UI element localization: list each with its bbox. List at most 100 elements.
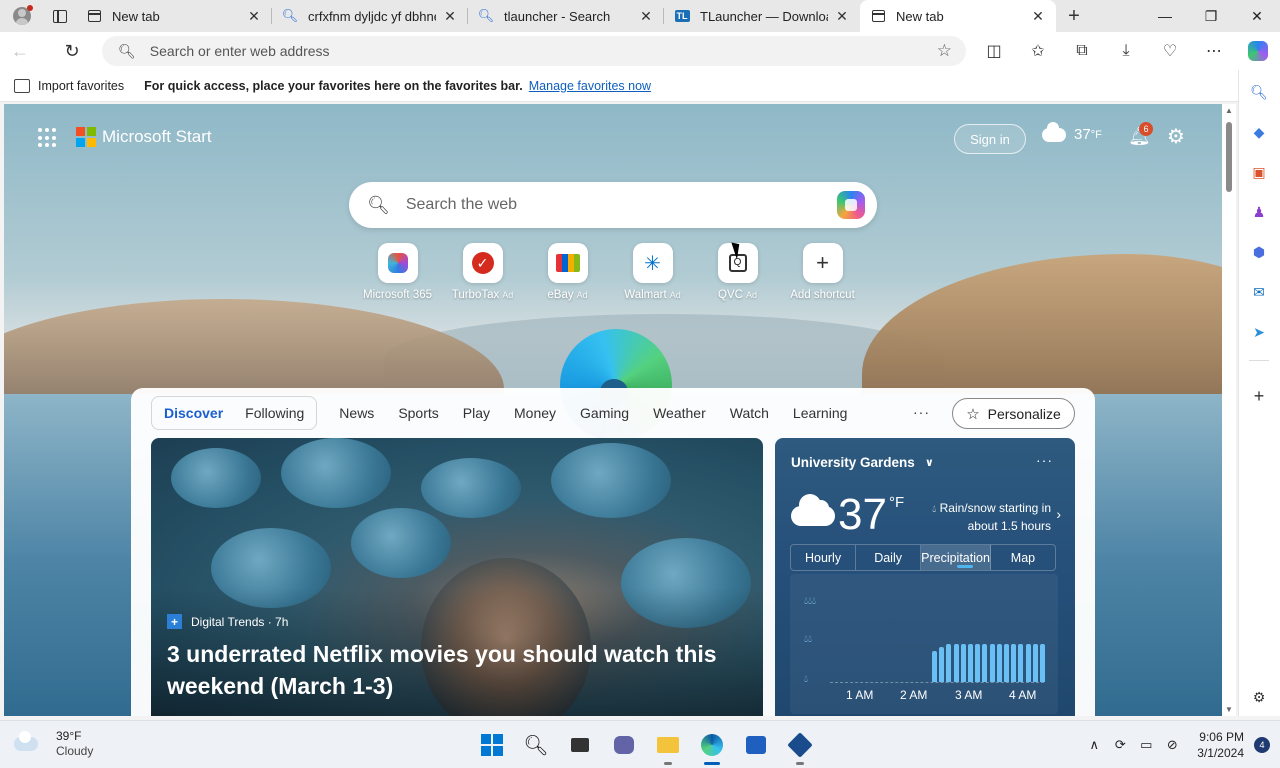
- start-button[interactable]: [470, 727, 514, 763]
- games-icon[interactable]: ♟: [1249, 202, 1269, 222]
- address-bar[interactable]: 🔍︎ Search or enter web address ☆: [102, 36, 966, 66]
- sign-in-button[interactable]: Sign in: [954, 124, 1026, 154]
- notification-center-badge[interactable]: 4: [1254, 737, 1270, 753]
- tab-sports[interactable]: Sports: [398, 405, 438, 421]
- notifications-bell-icon[interactable]: 🔔︎ 6: [1128, 122, 1153, 146]
- tab-discover[interactable]: Discover: [164, 405, 223, 421]
- new-tab-button[interactable]: +: [1056, 0, 1092, 32]
- tab-tlauncher[interactable]: TL TLauncher — Download ✕: [664, 0, 860, 32]
- hero-article-card[interactable]: + Digital Trends · 7h 3 underrated Netfl…: [151, 438, 763, 716]
- article-title[interactable]: 3 underrated Netflix movies you should w…: [167, 638, 747, 702]
- tab-following[interactable]: Following: [245, 405, 304, 421]
- search-icon[interactable]: 🔍︎: [1249, 82, 1269, 102]
- tab-gaming[interactable]: Gaming: [580, 405, 629, 421]
- scroll-down-arrow-icon[interactable]: ▼: [1225, 705, 1233, 714]
- close-tab-icon[interactable]: ✕: [1030, 8, 1046, 24]
- tab-learning[interactable]: Learning: [793, 405, 848, 421]
- minimize-button[interactable]: —: [1142, 0, 1188, 32]
- quick-links: Microsoft 365 ✓ TurboTax Ad eBay Ad ✳ Walm…: [355, 243, 865, 301]
- copilot-icon[interactable]: [1236, 32, 1280, 70]
- web-search-box[interactable]: 🔍︎ Search the web: [349, 182, 877, 228]
- collections-icon[interactable]: ⧉: [1060, 32, 1104, 70]
- more-categories-button[interactable]: ···: [913, 404, 930, 420]
- network-icon[interactable]: ⊘: [1159, 737, 1185, 753]
- teams-chat-icon[interactable]: [602, 727, 646, 763]
- weather-card: University Gardens ∨ ··· 37 °F 💧︎ Rain/s…: [775, 438, 1075, 716]
- maximize-button[interactable]: ❐: [1188, 0, 1234, 32]
- weather-tab-precipitation[interactable]: Precipitation: [921, 545, 991, 570]
- weather-tab-daily[interactable]: Daily: [856, 545, 922, 570]
- virtualbox-icon[interactable]: [778, 727, 822, 765]
- ms-start-logo[interactable]: Microsoft Start: [76, 127, 212, 147]
- profile-button[interactable]: [0, 0, 44, 32]
- split-screen-icon[interactable]: ◫: [972, 32, 1016, 70]
- page-scrollbar[interactable]: ▲ ▼: [1222, 104, 1236, 716]
- sync-icon[interactable]: ⟳: [1107, 737, 1133, 753]
- tab-news[interactable]: News: [339, 405, 374, 421]
- ad-label: Ad: [669, 290, 681, 300]
- edge-taskbar-icon[interactable]: [690, 727, 734, 765]
- scroll-up-arrow-icon[interactable]: ▲: [1225, 106, 1233, 115]
- favorites-icon[interactable]: ✩: [1016, 32, 1060, 70]
- back-button[interactable]: ←: [0, 35, 40, 67]
- close-tab-icon[interactable]: ✕: [442, 8, 458, 24]
- tab-new-tab-1[interactable]: New tab ✕: [76, 0, 272, 32]
- downloads-icon[interactable]: ⤓: [1104, 32, 1148, 70]
- outlook-icon[interactable]: ✉: [1249, 282, 1269, 302]
- add-shortcut-button[interactable]: + Add shortcut: [780, 243, 865, 301]
- weather-description[interactable]: 💧︎ Rain/snow starting in about 1.5 hours: [915, 500, 1051, 534]
- tab-search-2[interactable]: 🔍︎ tlauncher - Search ✕: [468, 0, 664, 32]
- tab-weather[interactable]: Weather: [653, 405, 706, 421]
- performance-icon[interactable]: ♡: [1148, 32, 1192, 70]
- clock[interactable]: 9:06 PM 3/1/2024: [1197, 729, 1244, 761]
- add-sidebar-app-icon[interactable]: +: [1249, 386, 1269, 406]
- favorite-star-icon[interactable]: ☆: [937, 41, 952, 61]
- precip-bar: [1011, 643, 1017, 682]
- manage-favorites-link[interactable]: Manage favorites now: [529, 79, 651, 93]
- close-tab-icon[interactable]: ✕: [834, 8, 850, 24]
- refresh-button[interactable]: ↻: [52, 35, 92, 67]
- import-favorites-button[interactable]: Import favorites: [14, 78, 124, 93]
- copilot-search-icon[interactable]: [837, 191, 865, 219]
- drop-icon[interactable]: ➤: [1249, 322, 1269, 342]
- tab-money[interactable]: Money: [514, 405, 556, 421]
- display-icon[interactable]: ▭: [1133, 737, 1159, 753]
- tools-briefcase-icon[interactable]: ▣: [1249, 162, 1269, 182]
- shortcut-ebay[interactable]: eBay Ad: [525, 243, 610, 301]
- taskbar-search-icon[interactable]: 🔍︎: [514, 727, 558, 763]
- x-label: 1 AM: [846, 688, 874, 702]
- header-weather[interactable]: 37 °F: [1042, 121, 1102, 143]
- microsoft-365-icon[interactable]: ⬢: [1249, 242, 1269, 262]
- shortcut-turbotax[interactable]: ✓ TurboTax Ad: [440, 243, 525, 301]
- task-view-icon[interactable]: [558, 727, 602, 763]
- page-settings-gear-icon[interactable]: ⚙: [1167, 124, 1185, 149]
- scroll-thumb[interactable]: [1226, 122, 1232, 192]
- weather-tab-hourly[interactable]: Hourly: [791, 545, 857, 570]
- shopping-tag-icon[interactable]: ◆: [1249, 122, 1269, 142]
- more-menu-icon[interactable]: ⋯: [1192, 32, 1236, 70]
- brand-name: Microsoft Start: [102, 127, 212, 146]
- shortcut-microsoft-365[interactable]: Microsoft 365: [355, 243, 440, 301]
- sidebar-settings-icon[interactable]: ⚙: [1249, 687, 1269, 707]
- tab-watch[interactable]: Watch: [730, 405, 769, 421]
- tab-search-1[interactable]: 🔍︎ crfxfnm dyljdc yf dbhnefk ✕: [272, 0, 468, 32]
- close-tab-icon[interactable]: ✕: [246, 8, 262, 24]
- weather-more-button[interactable]: ···: [1036, 452, 1053, 468]
- tab-play[interactable]: Play: [463, 405, 490, 421]
- store-icon[interactable]: [734, 727, 778, 763]
- close-window-button[interactable]: ✕: [1234, 0, 1280, 32]
- weather-location[interactable]: University Gardens ∨: [791, 455, 934, 470]
- tab-new-tab-active[interactable]: New tab ✕: [860, 0, 1056, 32]
- tab-actions-button[interactable]: [44, 0, 76, 32]
- app-launcher-icon[interactable]: [38, 128, 58, 148]
- taskbar-weather-widget[interactable]: 39°F Cloudy: [14, 729, 93, 759]
- close-tab-icon[interactable]: ✕: [638, 8, 654, 24]
- shortcut-label: Add shortcut: [790, 289, 855, 301]
- show-hidden-icons-chevron-icon[interactable]: ∧: [1081, 737, 1107, 753]
- shortcut-walmart[interactable]: ✳ Walmart Ad: [610, 243, 695, 301]
- chevron-right-icon[interactable]: ›: [1056, 506, 1061, 522]
- personalize-button[interactable]: ☆ Personalize: [952, 398, 1075, 429]
- hero-image-shape: [421, 458, 521, 518]
- file-explorer-icon[interactable]: [646, 727, 690, 765]
- weather-tab-map[interactable]: Map: [991, 545, 1055, 570]
